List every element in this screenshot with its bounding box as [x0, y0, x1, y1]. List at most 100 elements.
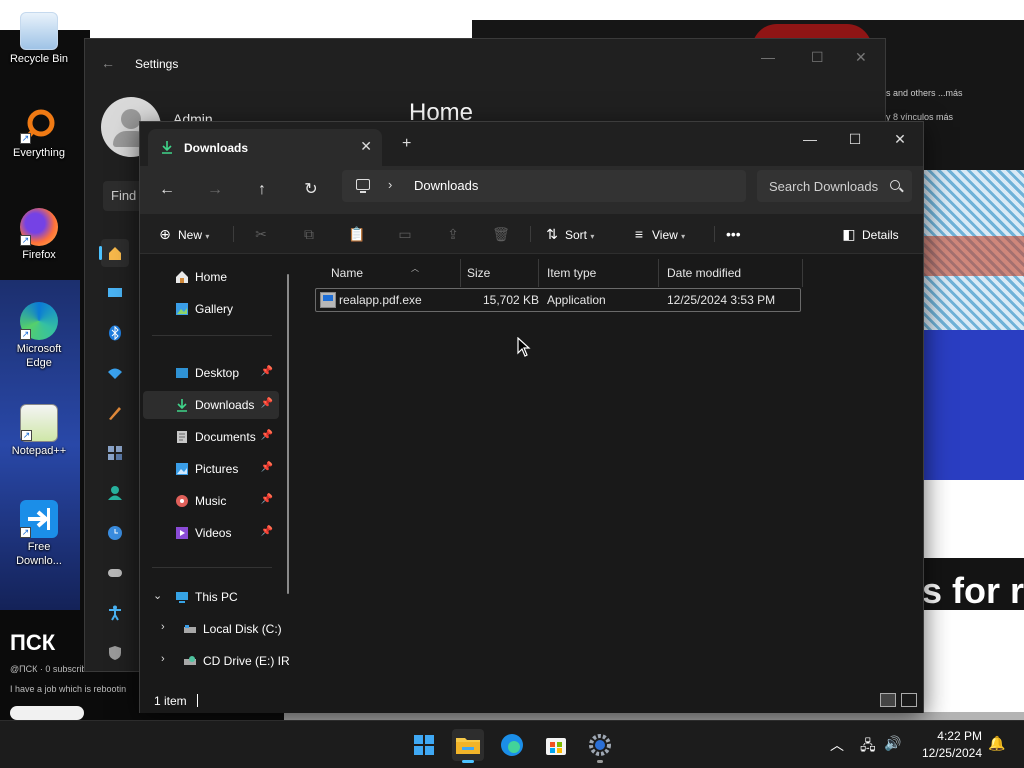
status-divider — [197, 694, 198, 707]
clock-time[interactable]: 4:22 PM — [920, 729, 982, 743]
share-button[interactable]: ⇪ — [444, 222, 466, 246]
back-arrow-icon[interactable]: ← — [101, 55, 115, 71]
close-tab-icon[interactable]: ✕ — [360, 138, 372, 155]
search-input[interactable] — [757, 170, 887, 202]
settings-nav-accounts[interactable] — [101, 479, 129, 507]
address-bar[interactable]: › Downloads — [342, 170, 746, 202]
back-button[interactable]: ← — [155, 178, 179, 202]
minimize-button[interactable]: — — [790, 127, 830, 151]
subscribe-button[interactable] — [10, 706, 84, 720]
volume-icon[interactable]: 🔊 — [884, 735, 901, 752]
maximize-button[interactable]: ☐ — [835, 127, 875, 151]
table-row[interactable]: realapp.pdf.exe 15,702 KB Application 12… — [315, 288, 801, 312]
chevron-down-icon[interactable]: ⌄ — [153, 589, 162, 602]
tab-downloads[interactable]: Downloads ✕ — [148, 129, 382, 166]
clock-date[interactable]: 12/25/2024 — [910, 746, 982, 760]
pin-icon[interactable]: 📌 — [261, 462, 273, 473]
pin-icon[interactable]: 📌 — [261, 430, 273, 441]
settings-nav-home[interactable] — [99, 239, 129, 267]
breadcrumb[interactable]: Downloads — [414, 178, 478, 193]
taskbar-microsoft-store[interactable] — [540, 729, 572, 761]
nav-item-cd-drive[interactable]: › CD Drive (E:) IR — [151, 647, 290, 675]
desktop-icon-label: Free Downlo... — [16, 541, 62, 567]
settings-nav-gaming[interactable] — [101, 559, 129, 587]
divider — [152, 335, 272, 336]
maximize-button[interactable]: ☐ — [811, 49, 824, 66]
tiles-view-button[interactable] — [901, 693, 917, 707]
column-header-type[interactable]: Item type — [539, 259, 659, 287]
nav-item-desktop[interactable]: Desktop 📌 — [143, 359, 279, 387]
settings-nav-apps[interactable] — [101, 439, 129, 467]
pin-icon[interactable]: 📌 — [261, 494, 273, 505]
start-icon — [414, 735, 434, 755]
desktop-icon-recycle-bin[interactable]: Recycle Bin — [4, 12, 74, 66]
nav-item-home[interactable]: Home — [143, 263, 279, 291]
chevron-right-icon[interactable]: › — [161, 653, 165, 665]
view-button[interactable]: ≡ View ▾ — [630, 222, 685, 246]
details-button[interactable]: ◧ Details — [840, 222, 898, 246]
firefox-icon: ↗ — [20, 208, 58, 246]
settings-nav-system[interactable] — [101, 279, 129, 307]
nav-item-gallery[interactable]: Gallery — [143, 295, 279, 323]
window-title: Settings — [135, 57, 179, 71]
taskbar-settings[interactable] — [584, 729, 616, 763]
nav-item-pictures[interactable]: Pictures 📌 — [143, 455, 279, 483]
desktop-icon-everything[interactable]: ↗ Everything — [4, 106, 74, 160]
details-view-button[interactable] — [880, 693, 896, 707]
notification-bell-icon[interactable]: 🔔 — [988, 735, 1005, 752]
nav-item-downloads[interactable]: Downloads 📌 — [143, 391, 279, 419]
see-more-button[interactable]: ••• — [726, 222, 741, 246]
nav-item-music[interactable]: Music 📌 — [143, 487, 279, 515]
nav-item-documents[interactable]: Documents 📌 — [143, 423, 279, 451]
desktop-icon-free-download-manager[interactable]: ↗ Free Downlo... — [4, 500, 74, 568]
network-icon[interactable]: 🖧 — [860, 735, 876, 759]
taskbar-file-explorer[interactable] — [452, 729, 484, 763]
desktop-icon-label: Recycle Bin — [9, 53, 69, 65]
column-header-size[interactable]: Size — [459, 259, 539, 287]
new-tab-button[interactable]: + — [402, 135, 411, 153]
videos-icon — [176, 527, 188, 539]
paste-button[interactable]: 📋 — [348, 222, 370, 246]
settings-nav-personalization[interactable] — [101, 399, 129, 427]
settings-nav-time-language[interactable] — [101, 519, 129, 547]
chevron-right-icon[interactable]: › — [161, 621, 165, 633]
settings-nav-accessibility[interactable] — [101, 599, 129, 627]
close-button[interactable]: ✕ — [880, 127, 920, 151]
nav-item-videos[interactable]: Videos 📌 — [143, 519, 279, 547]
desktop-icon-notepad-plus-plus[interactable]: ↗ Notepad++ — [4, 404, 74, 458]
sort-button[interactable]: ⇅ Sort ▾ — [543, 222, 594, 246]
nav-label: CD Drive (E:) IR — [203, 654, 290, 668]
settings-nav-bluetooth[interactable] — [101, 319, 129, 347]
taskbar: ︿ 🖧 🔊 4:22 PM 12/25/2024 🔔 — [0, 720, 1024, 768]
rename-button[interactable]: ▭ — [396, 222, 418, 246]
chevron-right-icon[interactable]: › — [388, 177, 392, 192]
up-button[interactable]: ↑ — [250, 178, 274, 202]
desktop-icon-firefox[interactable]: ↗ Firefox — [4, 208, 74, 262]
cut-button[interactable]: ✂ — [252, 222, 274, 246]
refresh-button[interactable]: ↻ — [299, 178, 323, 202]
search-icon[interactable] — [890, 180, 900, 190]
close-button[interactable]: ✕ — [855, 49, 867, 66]
desktop-icon-edge[interactable]: ↗ Microsoft Edge — [4, 302, 74, 370]
nav-item-local-disk[interactable]: › Local Disk (C:) — [151, 615, 287, 643]
navigation-pane: Home Gallery Desktop 📌 Downloads 📌 Docum… — [140, 255, 292, 687]
minimize-button[interactable]: — — [761, 49, 775, 65]
column-header-modified[interactable]: Date modified — [659, 259, 803, 287]
forward-button[interactable]: → — [203, 178, 227, 202]
show-hidden-icons-button[interactable]: ︿ — [830, 735, 844, 755]
settings-nav-network[interactable] — [101, 359, 129, 387]
nav-pane-scrollbar[interactable] — [287, 274, 289, 594]
new-button[interactable]: ⊕ New ▾ — [156, 222, 209, 246]
taskbar-edge[interactable] — [496, 729, 528, 761]
pin-icon[interactable]: 📌 — [261, 366, 273, 377]
nav-item-this-pc[interactable]: ⌄ This PC — [143, 583, 279, 611]
home-icon — [176, 271, 188, 283]
column-header-name[interactable]: Name ︿ — [323, 259, 461, 287]
settings-nav-privacy-security[interactable] — [101, 639, 129, 667]
delete-button[interactable]: 🗑 — [492, 222, 514, 246]
copy-button[interactable]: ⧉ — [300, 222, 322, 246]
pin-icon[interactable]: 📌 — [261, 398, 273, 409]
pin-icon[interactable]: 📌 — [261, 526, 273, 537]
start-button[interactable] — [408, 729, 440, 761]
search-box[interactable] — [757, 170, 912, 202]
